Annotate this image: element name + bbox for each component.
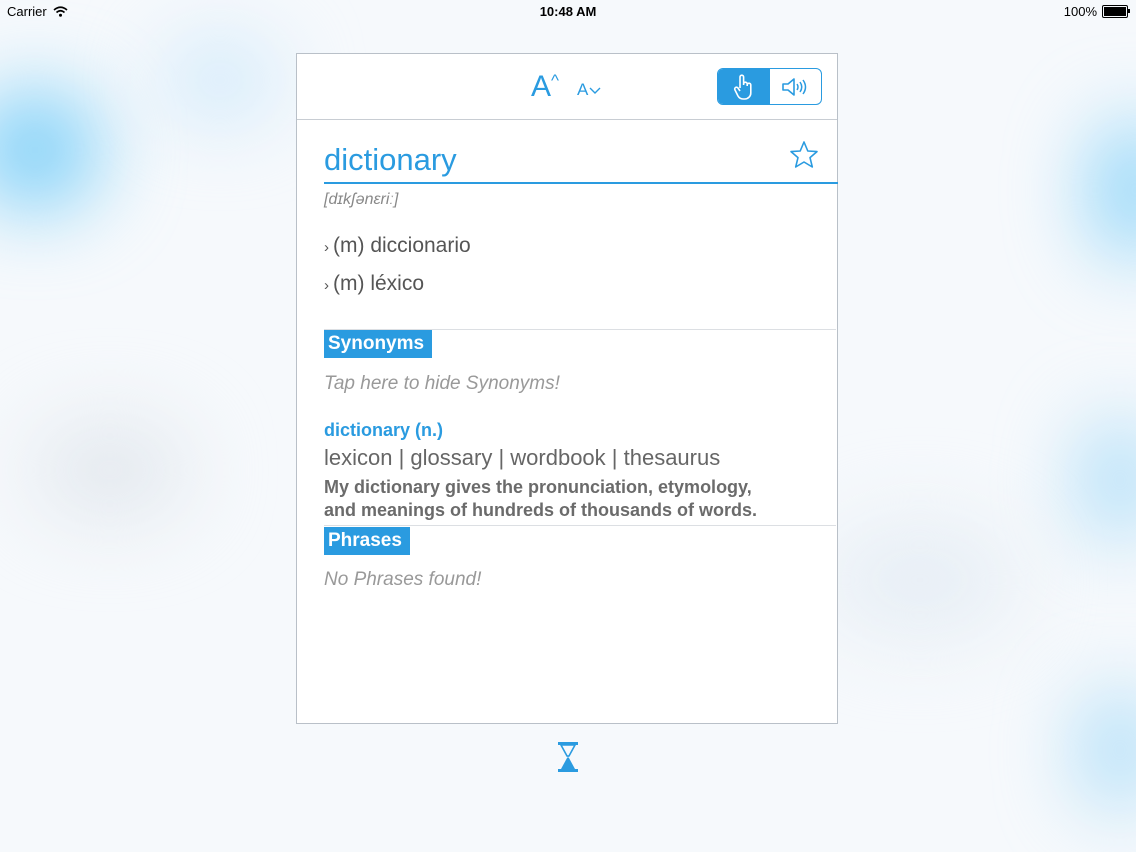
background-blob <box>30 420 190 520</box>
section-divider <box>324 525 836 526</box>
chevron-right-icon: › <box>324 277 329 294</box>
translation-item[interactable]: › (m) léxico <box>324 272 424 296</box>
background-blob <box>1080 420 1136 540</box>
speaker-icon <box>782 77 807 96</box>
background-blob <box>160 40 280 120</box>
chevron-right-icon: › <box>324 239 329 256</box>
chevron-down-icon <box>589 87 601 94</box>
hand-pointer-icon <box>733 73 752 100</box>
status-bar: Carrier 10:48 AM 100% <box>0 0 1136 24</box>
synonym-list: lexicon | glossary | wordbook | thesauru… <box>324 445 721 470</box>
favorite-button[interactable] <box>789 140 819 174</box>
background-blob <box>820 520 1020 640</box>
background-blob <box>0 90 100 210</box>
battery-icon <box>1102 5 1130 18</box>
synonyms-toggle[interactable]: Tap here to hide Synonyms! <box>324 373 560 395</box>
pronunciation: [dɪkʃənɛriː] <box>324 191 399 208</box>
background-blob <box>1090 120 1136 260</box>
headword: dictionary <box>324 142 457 177</box>
headword-underline <box>324 182 838 184</box>
battery-percent: 100% <box>1063 4 1097 19</box>
sound-mode-button[interactable] <box>770 69 822 104</box>
star-icon <box>790 141 818 168</box>
font-larger-button[interactable]: A^ <box>531 71 559 106</box>
phrases-empty-message: No Phrases found! <box>324 569 482 590</box>
toolbar: A^ A <box>297 54 837 120</box>
loading-indicator <box>557 741 579 778</box>
font-smaller-button[interactable]: A <box>577 81 601 98</box>
synonyms-label: Synonyms <box>324 330 433 358</box>
synonym-example: My dictionary gives the pronunciation, e… <box>324 477 758 520</box>
hourglass-icon <box>558 742 578 772</box>
status-time: 10:48 AM <box>539 4 597 19</box>
synonym-headword: dictionary (n.) <box>324 420 444 440</box>
touch-mode-button[interactable] <box>718 69 770 104</box>
mode-segmented-control <box>717 68 822 105</box>
phrases-label: Phrases <box>324 527 410 555</box>
translation-item[interactable]: › (m) diccionario <box>324 234 471 258</box>
background-blob <box>1080 690 1136 810</box>
dictionary-card: A^ A dictionary [dɪkʃənɛriː] › (m) dicci… <box>296 53 838 724</box>
